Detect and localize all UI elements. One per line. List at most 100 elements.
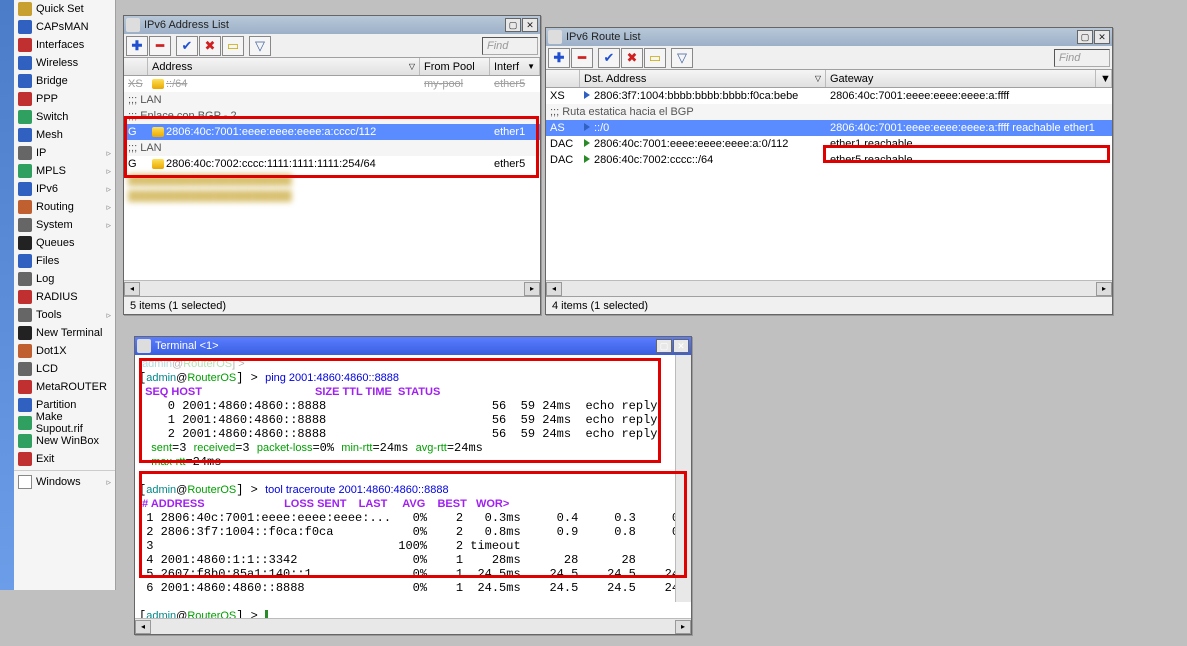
sidebar-item-ipv6[interactable]: IPv6▹ [14, 180, 115, 198]
route-row[interactable]: ;;; Ruta estatica hacia el BGP [546, 104, 1112, 120]
address-row[interactable]: G2806:40c:7001:eeee:eeee:eeee:a:cccc/112… [124, 124, 540, 140]
submenu-arrow-icon: ▹ [106, 184, 111, 195]
filter-button[interactable]: ▽ [249, 36, 271, 56]
scroll-left[interactable]: ◂ [135, 620, 151, 634]
sidebar-item-interfaces[interactable]: Interfaces [14, 36, 115, 54]
h-scrollbar[interactable]: ◂▸ [546, 280, 1112, 296]
address-row[interactable]: G2806:40c:7002:cccc:1111:1111:1111:254/6… [124, 156, 540, 172]
route-icon [584, 123, 590, 131]
remove-button[interactable]: ━ [571, 48, 593, 68]
log-icon [18, 272, 32, 286]
flag-cell: AS [546, 122, 580, 134]
sidebar-item-label: Interfaces [36, 39, 84, 51]
sidebar-item-system[interactable]: System▹ [14, 216, 115, 234]
scroll-left[interactable]: ◂ [124, 282, 140, 296]
flag-column[interactable] [546, 70, 580, 87]
sidebar-item-label: Tools [36, 309, 62, 321]
sidebar-item-label: Mesh [36, 129, 63, 141]
exit-icon [18, 452, 32, 466]
sidebar-item-ppp[interactable]: PPP [14, 90, 115, 108]
sidebar-item-new-terminal[interactable]: New Terminal [14, 324, 115, 342]
add-button[interactable]: ✚ [548, 48, 570, 68]
filter-button[interactable]: ▽ [671, 48, 693, 68]
disable-button[interactable]: ✖ [199, 36, 221, 56]
address-row[interactable]: ;;; LAN [124, 140, 540, 156]
interface-column[interactable]: Interf▼ [490, 58, 540, 75]
terminal-output[interactable]: [admin@RouterOS] > [admin@RouterOS] > pi… [135, 355, 691, 618]
scroll-left[interactable]: ◂ [546, 282, 562, 296]
iface-cell: ether5 [490, 158, 538, 170]
add-button[interactable]: ✚ [126, 36, 148, 56]
sidebar-item-dot1x[interactable]: Dot1X [14, 342, 115, 360]
minimize-button[interactable]: ▢ [656, 339, 672, 353]
route-row[interactable]: DAC2806:40c:7002:cccc::/64ether5 reachab… [546, 152, 1112, 168]
sidebar-item-make-supout-rif[interactable]: Make Supout.rif [14, 414, 115, 432]
scroll-right[interactable]: ▸ [524, 282, 540, 296]
h-scrollbar[interactable]: ◂▸ [124, 280, 540, 296]
address-row[interactable]: ;;; Enlace con BGP - 2 [124, 108, 540, 124]
scroll-right[interactable]: ▸ [675, 620, 691, 634]
terminal-title: Terminal <1> [155, 340, 656, 352]
dst-column[interactable]: Dst. Address▽ [580, 70, 826, 87]
flag-cell: G [124, 158, 148, 170]
sidebar-item-mpls[interactable]: MPLS▹ [14, 162, 115, 180]
sidebar-item-routing[interactable]: Routing▹ [14, 198, 115, 216]
more-columns[interactable]: ▼ [1096, 70, 1112, 87]
sidebar-item-quick-set[interactable]: Quick Set [14, 0, 115, 18]
sidebar-item-bridge[interactable]: Bridge [14, 72, 115, 90]
enable-button[interactable]: ✔ [598, 48, 620, 68]
gateway-column[interactable]: Gateway [826, 70, 1096, 87]
close-button[interactable]: ✕ [673, 339, 689, 353]
address-table-header: Address▽ From Pool Interf▼ [124, 58, 540, 76]
disable-button[interactable]: ✖ [621, 48, 643, 68]
sidebar-item-label: Bridge [36, 75, 68, 87]
frompool-column[interactable]: From Pool [420, 58, 490, 75]
pool-cell: my-pool [420, 78, 490, 90]
sidebar-item-files[interactable]: Files [14, 252, 115, 270]
address-icon [152, 159, 164, 169]
sidebar-item-tools[interactable]: Tools▹ [14, 306, 115, 324]
address-row[interactable]: XS::/64my-poolether5 [124, 76, 540, 92]
address-column[interactable]: Address▽ [148, 58, 420, 75]
close-button[interactable]: ✕ [1094, 30, 1110, 44]
sidebar-item-exit[interactable]: Exit [14, 450, 115, 468]
sidebar-item-radius[interactable]: RADIUS [14, 288, 115, 306]
terminal-titlebar[interactable]: Terminal <1> ▢ ✕ [135, 337, 691, 355]
find-input[interactable]: Find [482, 37, 538, 55]
route-row[interactable]: XS2806:3f7:1004:bbbb:bbbb:bbbb:f0ca:bebe… [546, 88, 1112, 104]
sidebar-item-lcd[interactable]: LCD [14, 360, 115, 378]
minimize-button[interactable]: ▢ [1077, 30, 1093, 44]
dst-cell: 2806:3f7:1004:bbbb:bbbb:bbbb:f0ca:bebe [580, 90, 826, 102]
sidebar-item-mesh[interactable]: Mesh [14, 126, 115, 144]
scroll-right[interactable]: ▸ [1096, 282, 1112, 296]
minimize-button[interactable]: ▢ [505, 18, 521, 32]
enable-button[interactable]: ✔ [176, 36, 198, 56]
route-row[interactable]: DAC2806:40c:7001:eeee:eeee:eeee:a:0/112e… [546, 136, 1112, 152]
address-titlebar[interactable]: IPv6 Address List ▢ ✕ [124, 16, 540, 34]
remove-button[interactable]: ━ [149, 36, 171, 56]
sidebar-item-ip[interactable]: IP▹ [14, 144, 115, 162]
sidebar-item-windows[interactable]: Windows▹ [14, 473, 115, 491]
sidebar-item-capsman[interactable]: CAPsMAN [14, 18, 115, 36]
sidebar-item-label: LCD [36, 363, 58, 375]
v-scrollbar[interactable] [675, 355, 691, 602]
h-scrollbar[interactable]: ◂▸ [135, 618, 691, 634]
route-titlebar[interactable]: IPv6 Route List ▢ ✕ [546, 28, 1112, 46]
supout-icon [18, 416, 32, 430]
flag-column[interactable] [124, 58, 148, 75]
sidebar-item-wireless[interactable]: Wireless [14, 54, 115, 72]
sidebar-item-switch[interactable]: Switch [14, 108, 115, 126]
find-input[interactable]: Find [1054, 49, 1110, 67]
window-icon [137, 339, 151, 353]
sidebar-item-queues[interactable]: Queues [14, 234, 115, 252]
sidebar-item-log[interactable]: Log [14, 270, 115, 288]
comment-button[interactable]: ▭ [644, 48, 666, 68]
route-row[interactable]: AS::/02806:40c:7001:eeee:eeee:eeee:a:fff… [546, 120, 1112, 136]
close-button[interactable]: ✕ [522, 18, 538, 32]
address-row[interactable]: ;;; LAN [124, 92, 540, 108]
sidebar-item-metarouter[interactable]: MetaROUTER [14, 378, 115, 396]
comment-button[interactable]: ▭ [222, 36, 244, 56]
sidebar-item-label: RADIUS [36, 291, 78, 303]
tools-icon [18, 308, 32, 322]
iface-cell: ether1 [490, 126, 538, 138]
